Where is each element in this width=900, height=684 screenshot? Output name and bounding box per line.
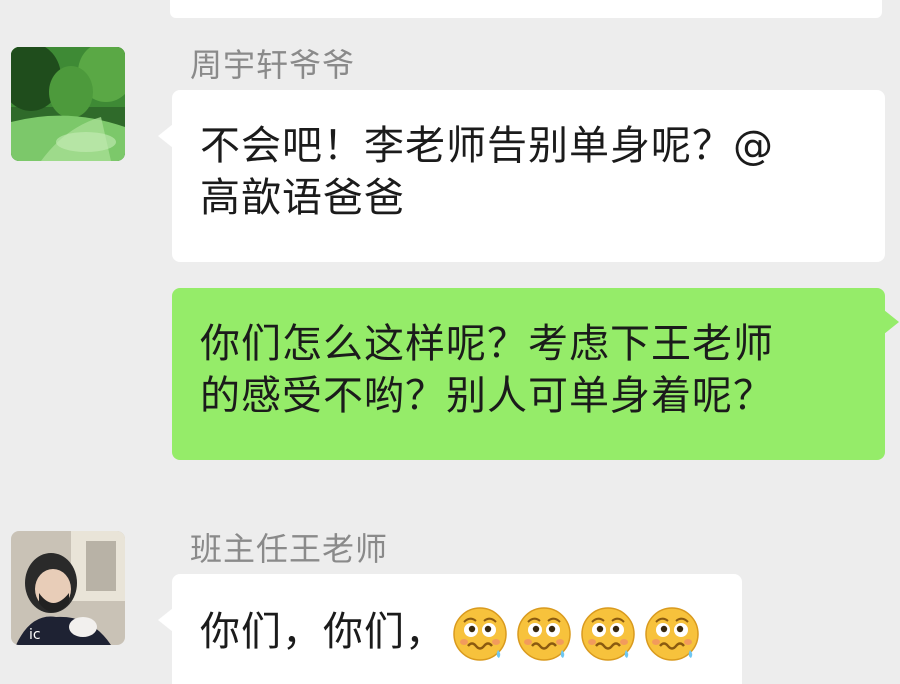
previous-message-bubble[interactable] <box>170 0 882 18</box>
message-bubble-incoming[interactable]: 你们，你们， <box>158 574 742 684</box>
message-text-line: 不会吧！李老师告别单身呢？@ <box>200 123 774 169</box>
woozy-sweat-face-emoji-icon <box>452 606 508 662</box>
svg-text:ic: ic <box>29 627 41 643</box>
masked-person-avatar-icon: ic <box>11 531 125 645</box>
emoji-row <box>452 606 700 662</box>
chat-area: 周宇轩爷爷 不会吧！李老师告别单身呢？@ 高歆语爸爸 你们怎么这样呢？考虑下王老… <box>0 0 900 684</box>
message-text-line: 高歆语爸爸 <box>200 175 405 221</box>
green-landscape-avatar-icon <box>11 47 125 161</box>
message-text-line: 的感受不哟？别人可单身着呢？ <box>200 373 774 419</box>
message-text-line: 你们怎么这样呢？考虑下王老师 <box>200 321 774 367</box>
woozy-sweat-face-emoji-icon <box>644 606 700 662</box>
message-bubble-outgoing[interactable]: 你们怎么这样呢？考虑下王老师 的感受不哟？别人可单身着呢？ <box>172 288 899 460</box>
bubble-tail <box>158 124 173 148</box>
sender-name: 周宇轩爷爷 <box>190 46 356 84</box>
avatar-teacher-wang[interactable]: ic <box>11 531 125 645</box>
woozy-sweat-face-emoji-icon <box>516 606 572 662</box>
bubble-tail <box>884 310 899 334</box>
message-bubble-incoming[interactable]: 不会吧！李老师告别单身呢？@ 高歆语爸爸 <box>158 90 885 262</box>
woozy-sweat-face-emoji-icon <box>580 606 636 662</box>
sender-name: 班主任王老师 <box>190 530 389 568</box>
bubble-tail <box>158 608 173 632</box>
message-text: 你们，你们， <box>200 609 446 655</box>
avatar-zhou-grandpa[interactable] <box>11 47 125 161</box>
